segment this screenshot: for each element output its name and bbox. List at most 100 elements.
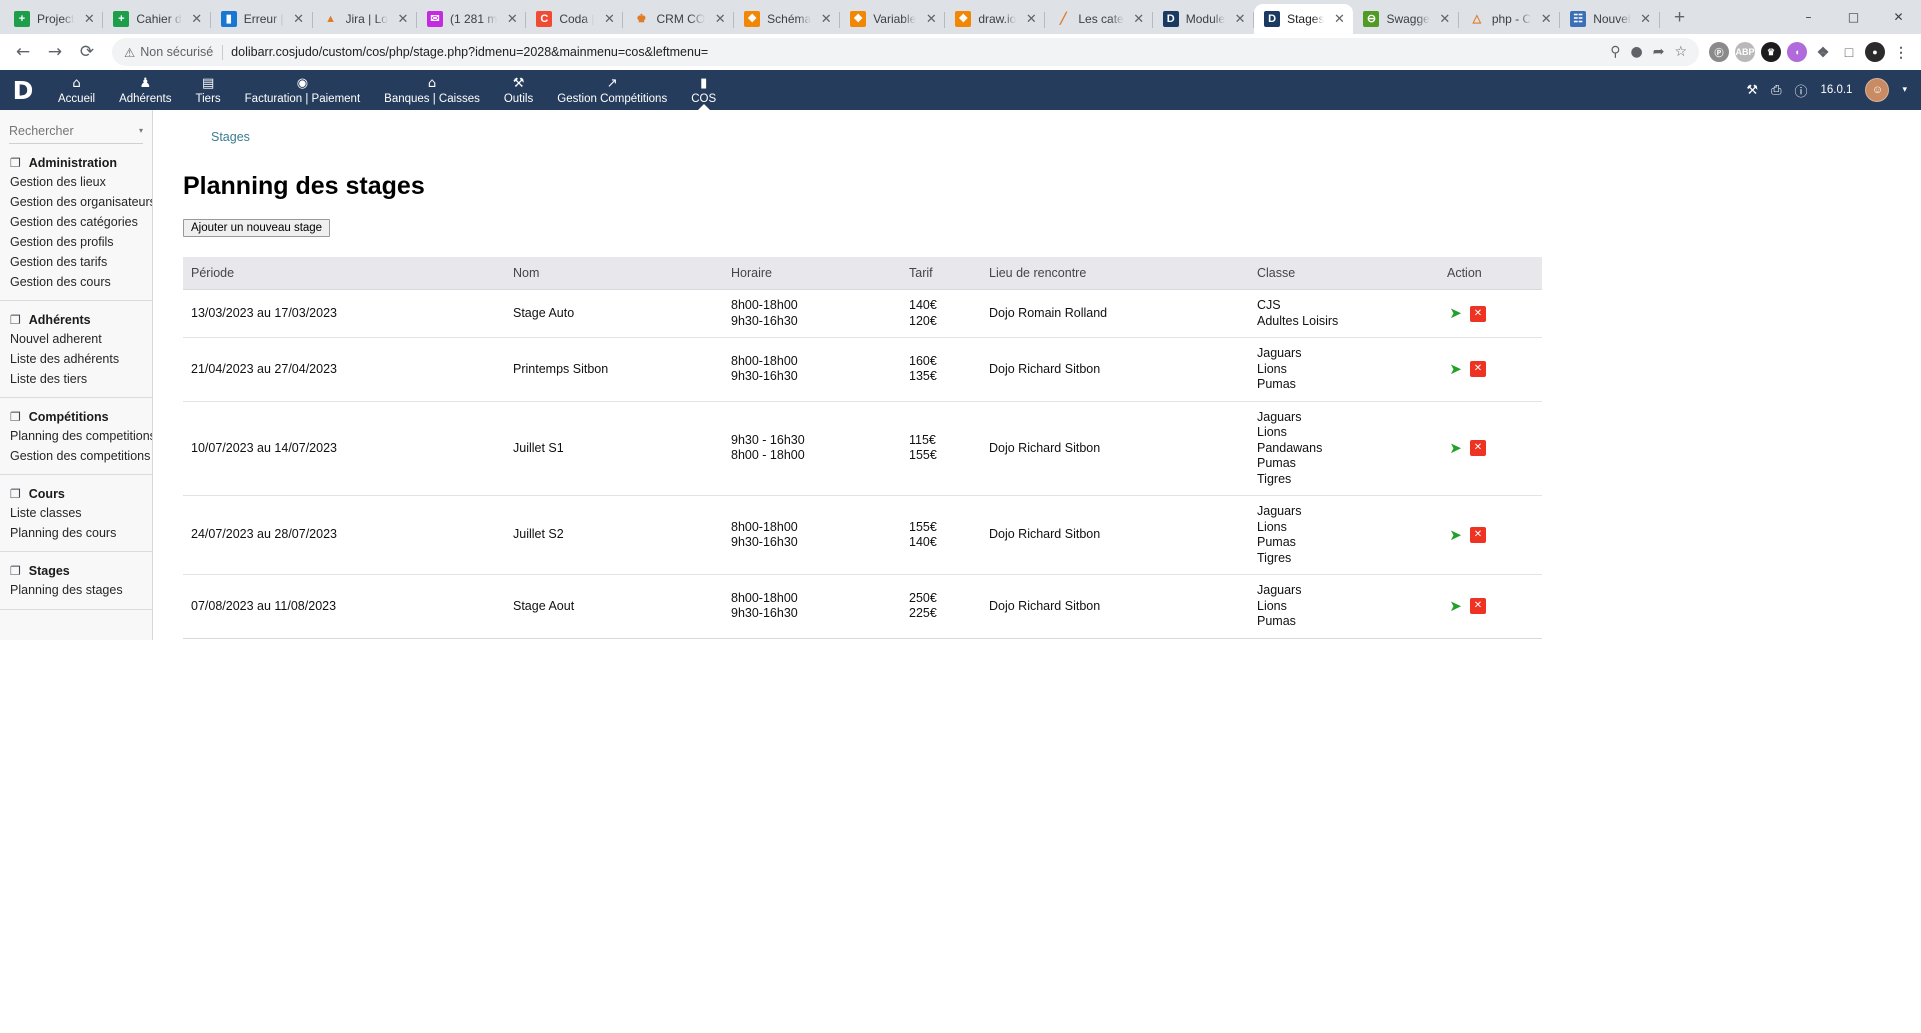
chrome-menu-icon[interactable]: ⋮ [1891,42,1911,62]
address-bar[interactable]: ⚠ Non sécurisé dolibarr.cosjudo/custom/c… [112,38,1699,66]
chevron-down-icon[interactable]: ▾ [135,126,143,135]
avatar[interactable]: ☺ [1865,78,1890,102]
sidebar-item-gestion-des-lieux[interactable]: Gestion des lieux [0,172,152,192]
delete-red-icon[interactable]: ✕ [1470,598,1486,615]
sidebar-group-title[interactable]: ❐ Cours [0,485,152,503]
column-header-horaire[interactable]: Horaire [723,257,909,290]
topnav-item-tiers[interactable]: ▤ Tiers [184,70,233,110]
back-button[interactable]: ← [8,37,38,67]
delete-red-icon[interactable]: ✕ [1470,527,1486,543]
search-input[interactable] [9,123,135,138]
add-new-stage-button[interactable]: Ajouter un nouveau stage [183,219,331,237]
pinterest-extension-icon[interactable]: Ⓟ [1709,42,1729,62]
sidebar-search[interactable]: ▾ [9,120,143,144]
close-icon[interactable]: ✕ [923,11,939,27]
browser-tab[interactable]: ❖ Schéma ✕ [734,4,841,34]
window-minimize-button[interactable]: – [1786,0,1831,34]
duplicate-green-icon[interactable]: ➤ [1447,598,1464,614]
browser-tab[interactable]: ⊖ Swagge ✕ [1353,4,1460,34]
close-icon[interactable]: ✕ [1023,11,1039,27]
forward-button[interactable]: → [40,37,70,67]
sidebar-item-planning-des-cours[interactable]: Planning des cours [0,523,152,543]
close-icon[interactable]: ✕ [291,11,307,27]
sidebar-item-gestion-des-tarifs[interactable]: Gestion des tarifs [0,252,152,272]
close-icon[interactable]: ✕ [601,11,617,27]
browser-tab[interactable]: ❖ Variable ✕ [840,4,946,34]
delete-red-icon[interactable]: ✕ [1470,440,1486,457]
close-icon[interactable]: ✕ [712,11,728,27]
help-icon[interactable]: ⓘ [1794,81,1807,100]
honey-extension-icon[interactable]: ♛ [1761,42,1781,62]
window-close-button[interactable]: ✕ [1876,0,1921,34]
close-icon[interactable]: ✕ [189,11,205,27]
dolibarr-logo[interactable]: D [0,70,46,110]
topnav-item-facturation-paiement[interactable]: ◉ Facturation | Paiement [233,70,373,110]
table-row[interactable]: 24/07/2023 au 28/07/2023 Juillet S2 8h00-1… [183,495,1542,575]
column-header-nom[interactable]: Nom [505,257,723,290]
column-header-lieu[interactable]: Lieu de rencontre [981,257,1249,290]
column-header-periode[interactable]: Période [183,257,505,290]
table-row[interactable]: 13/03/2023 au 17/03/2023 Stage Auto 8h00-1… [183,289,1542,338]
table-row[interactable]: 10/07/2023 au 14/07/2023 Juillet S1 9h30 -… [183,401,1542,496]
sidebar-item-gestion-des-profils[interactable]: Gestion des profils [0,232,152,252]
topnav-item-adh-rents[interactable]: ♟ Adhérents [107,70,183,110]
topnav-item-outils[interactable]: ⚒ Outils [492,70,545,110]
chevron-down-icon[interactable]: ▾ [1902,85,1907,95]
duplicate-green-icon[interactable]: ➤ [1447,527,1464,543]
close-icon[interactable]: ✕ [1232,11,1248,27]
extensions-puzzle-icon[interactable]: ❖ [1813,42,1833,62]
topnav-item-gestion-comp-titions[interactable]: ↗ Gestion Compétitions [545,70,679,110]
profile-avatar-icon[interactable]: ● [1865,42,1885,62]
browser-tab[interactable]: D Stages ✕ [1254,4,1354,34]
sidebar-group-title[interactable]: ❐ Adhérents [0,311,152,329]
browser-tab[interactable]: ☷ Nouvel ✕ [1560,4,1660,34]
security-status[interactable]: ⚠ Non sécurisé [124,44,224,60]
sidebar-group-title[interactable]: ❐ Stages [0,562,152,580]
location-pin-icon[interactable]: ● [1630,44,1642,60]
sidebar-group-title[interactable]: ❐ Administration [0,154,152,172]
sidebar-item-gestion-des-organisateurs[interactable]: Gestion des organisateurs [0,192,152,212]
sidebar-item-planning-des-stages[interactable]: Planning des stages [0,580,152,600]
sidebar-item-liste-classes[interactable]: Liste classes [0,503,152,523]
sidebar-item-liste-des-adh-rents[interactable]: Liste des adhérents [0,349,152,369]
topnav-item-banques-caisses[interactable]: ⌂ Banques | Caisses [372,70,492,110]
sidebar-item-planning-des-competitions[interactable]: Planning des competitions [0,426,152,446]
sidebar-item-gestion-des-competitions[interactable]: Gestion des competitions [0,446,152,466]
browser-tab[interactable]: + Cahier d ✕ [103,4,212,34]
sidebar-item-liste-des-tiers[interactable]: Liste des tiers [0,369,152,389]
duplicate-green-icon[interactable]: ➤ [1447,306,1464,321]
close-icon[interactable]: ✕ [1437,11,1453,27]
column-header-tarif[interactable]: Tarif [909,257,981,290]
sidebar-item-nouvel-adherent[interactable]: Nouvel adherent [0,329,152,349]
browser-tab[interactable]: D Module ✕ [1153,4,1255,34]
duplicate-green-icon[interactable]: ➤ [1447,361,1464,377]
browser-tab[interactable]: △ php - C ✕ [1459,4,1561,34]
topnav-item-accueil[interactable]: ⌂ Accueil [46,70,107,110]
bookmark-star-icon[interactable]: ☆ [1674,44,1687,60]
colorpicker-extension-icon[interactable]: ◖ [1787,42,1807,62]
window-maximize-button[interactable]: □ [1831,0,1876,34]
close-icon[interactable]: ✕ [818,11,834,27]
close-icon[interactable]: ✕ [1638,11,1654,27]
delete-red-icon[interactable]: ✕ [1470,305,1486,322]
browser-tab[interactable]: ▮ Erreur | ✕ [211,4,313,34]
browser-tab[interactable]: ╱ Les cate ✕ [1045,4,1154,34]
sidepanel-icon[interactable]: □ [1839,42,1859,62]
close-icon[interactable]: ✕ [1538,11,1554,27]
close-icon[interactable]: ✕ [504,11,520,27]
column-header-classe[interactable]: Classe [1249,257,1439,290]
share-icon[interactable]: ➦ [1653,44,1665,60]
sidebar-group-title[interactable]: ❐ Compétitions [0,408,152,426]
close-icon[interactable]: ✕ [1331,11,1347,27]
print-icon[interactable]: ⎙ [1771,83,1781,98]
delete-red-icon[interactable]: ✕ [1470,361,1486,378]
browser-tab[interactable]: ✉ (1 281 m ✕ [417,4,527,34]
close-icon[interactable]: ✕ [395,11,411,27]
browser-tab[interactable]: C Coda | ✕ [526,4,624,34]
close-icon[interactable]: ✕ [81,11,97,27]
search-icon[interactable]: ⚲ [1610,44,1620,60]
browser-tab[interactable]: ♚ CRM CO ✕ [623,4,734,34]
sidebar-item-gestion-des-cours[interactable]: Gestion des cours [0,272,152,292]
new-tab-button[interactable]: + [1666,4,1694,32]
close-icon[interactable]: ✕ [1131,11,1147,27]
